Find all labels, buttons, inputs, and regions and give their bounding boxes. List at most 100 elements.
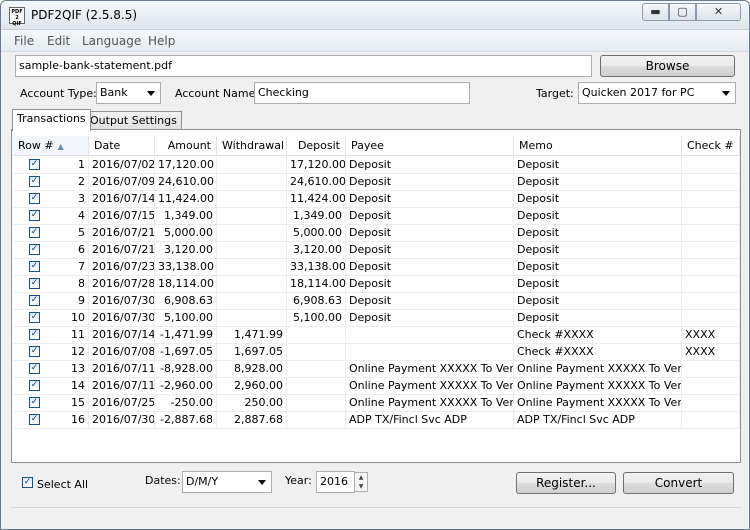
table-row[interactable]: ✓ 15 2016/07/25 -250.00 250.00 Online Payment… [13,395,740,412]
minimize-button[interactable]: ▬ [642,3,669,21]
tab-output-settings[interactable]: Output Settings [85,111,182,131]
account-type-select[interactable]: Bank [96,82,161,104]
cell-date: 2016/07/11 [89,361,155,378]
row-checkbox[interactable]: ✓ [29,312,40,323]
table-row[interactable]: ✓ 3 2016/07/14 11,424.00 11,424.00 Deposit Dep… [13,191,740,208]
cell-memo: Check #XXXX [514,327,682,344]
maximize-button[interactable]: ▢ [669,3,696,21]
cell-memo: Online Payment XXXXX To Vendor [514,378,682,395]
cell-withdrawal [217,191,287,208]
table-row[interactable]: ✓ 14 2016/07/11 -2,960.00 2,960.00 Online Pay… [13,378,740,395]
cell-row: ✓ 1 [13,157,89,174]
row-number: 3 [78,192,85,205]
year-input[interactable]: 2016 [316,471,355,493]
cell-payee: Deposit [346,174,514,191]
transactions-grid[interactable]: Row # ▲ Date Amount Withdrawal Deposit Pa… [13,136,740,462]
year-stepper[interactable]: ▲ ▼ [354,472,368,492]
close-button[interactable]: ✕ [696,3,741,21]
cell-deposit: 3,120.00 [287,242,346,259]
column-header-withdrawal[interactable]: Withdrawal [217,136,287,156]
cell-amount: 1,349.00 [155,208,217,225]
row-checkbox[interactable]: ✓ [29,363,40,374]
cell-row: ✓ 15 [13,395,89,412]
row-checkbox[interactable]: ✓ [29,210,40,221]
cell-row: ✓ 14 [13,378,89,395]
register-button[interactable]: Register... [516,472,616,494]
column-header-check[interactable]: Check # [682,136,740,156]
cell-payee: Deposit [346,293,514,310]
cell-check [682,174,740,191]
row-checkbox[interactable]: ✓ [29,176,40,187]
target-label: Target: [536,87,574,100]
cell-withdrawal [217,174,287,191]
row-checkbox[interactable]: ✓ [29,329,40,340]
table-row[interactable]: ✓ 13 2016/07/11 -8,928.00 8,928.00 Online Pay… [13,361,740,378]
table-row[interactable]: ✓ 9 2016/07/30 6,908.63 6,908.63 Deposit Depos… [13,293,740,310]
cell-amount: 11,424.00 [155,191,217,208]
column-header-row[interactable]: Row # ▲ [13,136,89,156]
file-path-input[interactable]: sample-bank-statement.pdf [15,55,592,77]
row-checkbox[interactable]: ✓ [29,159,40,170]
cell-amount: 33,138.00 [155,259,217,276]
row-checkbox[interactable]: ✓ [29,380,40,391]
table-row[interactable]: ✓ 6 2016/07/21 3,120.00 3,120.00 Deposit Depos… [13,242,740,259]
row-number: 7 [78,260,85,273]
cell-check [682,310,740,327]
chevron-down-icon [147,91,155,96]
column-header-date[interactable]: Date [89,136,155,156]
target-select[interactable]: Quicken 2017 for PC [578,82,736,104]
column-header-memo[interactable]: Memo [514,136,682,156]
table-row[interactable]: ✓ 11 2016/07/14 -1,471.99 1,471.99 Check #XXX… [13,327,740,344]
menu-file[interactable]: File [14,34,34,48]
table-row[interactable]: ✓ 10 2016/07/30 5,100.00 5,100.00 Deposit Depo… [13,310,740,327]
table-row[interactable]: ✓ 16 2016/07/30 -2,887.68 2,887.68 ADP TX/Fin… [13,412,740,429]
cell-date: 2016/07/09 [89,174,155,191]
cell-payee: Online Payment XXXXX To Vendor [346,395,514,412]
row-checkbox[interactable]: ✓ [29,244,40,255]
cell-withdrawal: 250.00 [217,395,287,412]
column-header-payee[interactable]: Payee [346,136,514,156]
stepper-up-icon[interactable]: ▲ [355,473,367,482]
menu-edit[interactable]: Edit [47,34,70,48]
dates-select[interactable]: D/M/Y [182,471,272,493]
convert-button[interactable]: Convert [623,472,734,494]
table-row[interactable]: ✓ 12 2016/07/08 -1,697.05 1,697.05 Check #XXX… [13,344,740,361]
menu-language[interactable]: Language [82,34,141,48]
stepper-down-icon[interactable]: ▼ [355,482,367,491]
account-name-input[interactable]: Checking [254,82,470,104]
row-number: 16 [71,413,85,426]
tab-transactions[interactable]: Transactions [12,109,91,131]
row-checkbox[interactable]: ✓ [29,261,40,272]
cell-payee: Deposit [346,157,514,174]
cell-row: ✓ 6 [13,242,89,259]
row-checkbox[interactable]: ✓ [29,346,40,357]
row-checkbox[interactable]: ✓ [29,397,40,408]
cell-memo: Deposit [514,242,682,259]
select-all-checkbox[interactable]: ✓ [22,477,33,488]
row-checkbox[interactable]: ✓ [29,414,40,425]
column-header-row-label: Row # [18,139,54,152]
row-checkbox[interactable]: ✓ [29,227,40,238]
table-row[interactable]: ✓ 1 2016/07/02 17,120.00 17,120.00 Deposit Dep… [13,157,740,174]
row-checkbox[interactable]: ✓ [29,278,40,289]
column-header-deposit[interactable]: Deposit [287,136,346,156]
table-row[interactable]: ✓ 2 2016/07/09 24,610.00 24,610.00 Deposit Dep… [13,174,740,191]
table-row[interactable]: ✓ 7 2016/07/23 33,138.00 33,138.00 Deposit Dep… [13,259,740,276]
row-checkbox[interactable]: ✓ [29,193,40,204]
title-bar[interactable]: PDF 2 QIF PDF2QIF (2.5.8.5) ▬ ▢ ✕ [1,1,749,30]
menu-help[interactable]: Help [148,34,175,48]
cell-date: 2016/07/02 [89,157,155,174]
cell-check: XXXX [682,327,740,344]
column-header-amount[interactable]: Amount [155,136,217,156]
cell-payee: Deposit [346,310,514,327]
table-row[interactable]: ✓ 4 2016/07/15 1,349.00 1,349.00 Deposit Depos… [13,208,740,225]
row-number: 14 [71,379,85,392]
cell-memo: Deposit [514,208,682,225]
cell-payee: Deposit [346,259,514,276]
row-checkbox[interactable]: ✓ [29,295,40,306]
table-row[interactable]: ✓ 5 2016/07/21 5,000.00 5,000.00 Deposit Depos… [13,225,740,242]
table-row[interactable]: ✓ 8 2016/07/28 18,114.00 18,114.00 Deposit Dep… [13,276,740,293]
browse-button[interactable]: Browse [600,55,735,77]
cell-check [682,191,740,208]
cell-row: ✓ 13 [13,361,89,378]
